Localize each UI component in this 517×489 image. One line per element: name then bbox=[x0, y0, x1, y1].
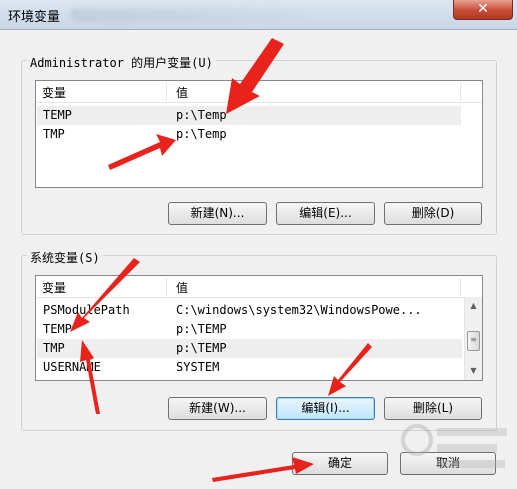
system-delete-button[interactable]: 删除(L) bbox=[384, 397, 482, 420]
row-variable: TMP bbox=[43, 127, 65, 141]
user-list-header: 变量 值 bbox=[36, 81, 482, 103]
header-separator[interactable] bbox=[460, 83, 461, 101]
header-value[interactable]: 值 bbox=[176, 279, 188, 296]
close-button[interactable]: ✕ bbox=[453, 0, 513, 20]
ok-button[interactable]: 确定 bbox=[292, 452, 388, 475]
list-item[interactable]: TEMP p:\Temp bbox=[37, 106, 461, 125]
user-delete-button[interactable]: 删除(D) bbox=[384, 202, 482, 225]
row-variable: TEMP bbox=[43, 108, 72, 122]
row-variable: TMP bbox=[43, 341, 65, 355]
row-variable: PSModulePath bbox=[43, 303, 130, 317]
window-title: 环境变量 bbox=[8, 10, 61, 25]
system-new-button[interactable]: 新建(W)... bbox=[168, 397, 267, 420]
header-variable[interactable]: 变量 bbox=[42, 84, 66, 101]
user-new-button[interactable]: 新建(N)... bbox=[168, 202, 267, 225]
row-value: p:\Temp bbox=[176, 127, 227, 141]
list-item[interactable]: PSModulePath C:\windows\system32\Windows… bbox=[37, 301, 462, 320]
close-icon: ✕ bbox=[477, 1, 489, 17]
row-variable: USERNAME bbox=[43, 360, 101, 374]
list-item[interactable]: TMP p:\Temp bbox=[37, 125, 461, 144]
system-list-header: 变量 值 bbox=[36, 276, 464, 298]
row-value: p:\TEMP bbox=[176, 322, 227, 336]
user-edit-button[interactable]: 编辑(E)... bbox=[276, 202, 375, 225]
title-blur bbox=[70, 8, 310, 22]
scroll-up-icon[interactable]: ▲ bbox=[465, 297, 482, 314]
scroll-thumb[interactable]: ≡ bbox=[467, 331, 480, 351]
system-variables-label: 系统变量(S) bbox=[27, 249, 103, 266]
header-value[interactable]: 值 bbox=[176, 84, 188, 101]
row-value: C:\windows\system32\WindowsPowe... bbox=[176, 303, 422, 317]
row-value: SYSTEM bbox=[176, 360, 220, 374]
system-list-scrollbar[interactable]: ▲ ≡ ▼ bbox=[464, 297, 482, 380]
user-variables-list[interactable]: 变量 值 TEMP p:\Temp TMP p:\Temp bbox=[35, 80, 483, 188]
header-separator[interactable] bbox=[166, 83, 167, 101]
header-separator[interactable] bbox=[166, 278, 167, 296]
row-value: p:\TEMP bbox=[176, 341, 227, 355]
cancel-button[interactable]: 取消 bbox=[400, 452, 496, 475]
row-value: p:\Temp bbox=[176, 108, 227, 122]
system-edit-button[interactable]: 编辑(I)... bbox=[276, 397, 375, 420]
title-bar: 环境变量 ✕ bbox=[0, 0, 517, 30]
list-item[interactable]: TMP p:\TEMP bbox=[37, 339, 462, 358]
header-variable[interactable]: 变量 bbox=[42, 279, 66, 296]
system-variables-list[interactable]: 变量 值 PSModulePath C:\windows\system32\Wi… bbox=[35, 275, 483, 381]
scroll-down-icon[interactable]: ▼ bbox=[465, 362, 482, 379]
scroll-thumb-grip-icon: ≡ bbox=[470, 335, 477, 344]
header-separator[interactable] bbox=[460, 278, 461, 296]
list-item[interactable]: TEMP p:\TEMP bbox=[37, 320, 462, 339]
row-variable: TEMP bbox=[43, 322, 72, 336]
list-item[interactable]: USERNAME SYSTEM bbox=[37, 358, 462, 377]
user-variables-label: Administrator 的用户变量(U) bbox=[27, 54, 216, 71]
